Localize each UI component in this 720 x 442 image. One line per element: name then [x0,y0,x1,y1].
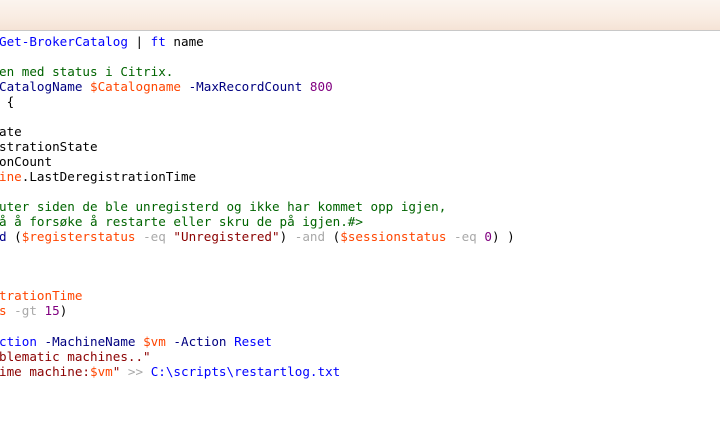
property-token: strationState [0,139,98,154]
code-line[interactable]: d ($registerstatus -eq "Unregistered") -… [0,229,515,244]
property-token: .LastDeregistrationTime [21,169,197,184]
parameter-token: CatalogName [0,79,90,94]
plain-token: ( [325,229,341,244]
cmdlet-token: ction [0,334,37,349]
operator-token: -gt [6,303,45,318]
script-editor-pane[interactable]: oduleGet-BrokerCatalog | ft nameen med s… [0,31,720,442]
variable-token: trationTime [0,288,83,303]
operator-token: -and [294,229,326,244]
code-line[interactable]: Get-BrokerCatalog | ft name [0,34,204,49]
code-line[interactable]: s -gt 15) [0,303,67,318]
code-line[interactable]: strationState [0,139,98,154]
comment-token: en med status i Citrix. [0,64,174,79]
comment-token: å å forsøke å restarte eller skru de på … [0,214,363,229]
parameter-token: -MachineName [36,334,144,349]
code-line[interactable]: { [0,94,15,109]
cmdlet-token: ft [150,34,166,49]
string-token: blematic machines.." [0,349,151,364]
plain-token: | [127,34,151,49]
keyword-token: d [0,229,7,244]
variable-token: ine [0,169,22,184]
plain-token: ) ) [491,229,515,244]
number-token: 800 [309,79,333,94]
parameter-token: -Action [165,334,235,349]
plain-token: ) [279,229,295,244]
string-token: "Unregistered" [173,229,280,244]
cmdlet-token: Get-BrokerCatalog [0,34,128,49]
string-token: ime machine: [0,364,90,379]
variable-token: $registerstatus [21,229,136,244]
code-line[interactable]: uter siden de ble unregisterd og ikke ha… [0,199,446,214]
cmdlet-token: C:\scripts\restartlog.txt [150,364,341,379]
code-line[interactable]: onCount [0,154,52,169]
operator-token: -eq [446,229,485,244]
operator-token: -eq [135,229,174,244]
code-line[interactable]: å å forsøke å restarte eller skru de på … [0,214,363,229]
code-line[interactable]: trationTime [0,288,82,303]
comment-token: uter siden de ble unregisterd og ikke ha… [0,199,447,214]
operator-token: >> [120,364,151,379]
code-line[interactable]: ime machine:$vm" >> C:\scripts\restartlo… [0,364,340,379]
code-line[interactable]: en med status i Citrix. [0,64,173,79]
plain-token: ) [59,303,68,318]
title-bar [0,0,720,31]
code-line[interactable]: ction -MachineName $vm -Action Reset [0,334,272,349]
variable-token: $vm [143,334,166,349]
parameter-token: -MaxRecordCount [181,79,310,94]
code-line[interactable]: blematic machines.." [0,349,151,364]
variable-token: $vm [90,364,113,379]
variable-token: s [0,303,7,318]
number-token: 0 [484,229,492,244]
property-token: onCount [0,154,53,169]
plain-token: { [0,94,15,109]
number-token: 15 [44,303,60,318]
code-line[interactable]: ate [0,124,22,139]
plain-token: ( [6,229,22,244]
plain-token: name [165,34,204,49]
property-token: ate [0,124,22,139]
cmdlet-token: Reset [234,334,272,349]
code-line[interactable]: ine.LastDeregistrationTime [0,169,196,184]
variable-token: $Catalogname [90,79,181,94]
variable-token: $sessionstatus [340,229,447,244]
code-line[interactable]: CatalogName $Catalogname -MaxRecordCount… [0,79,333,94]
